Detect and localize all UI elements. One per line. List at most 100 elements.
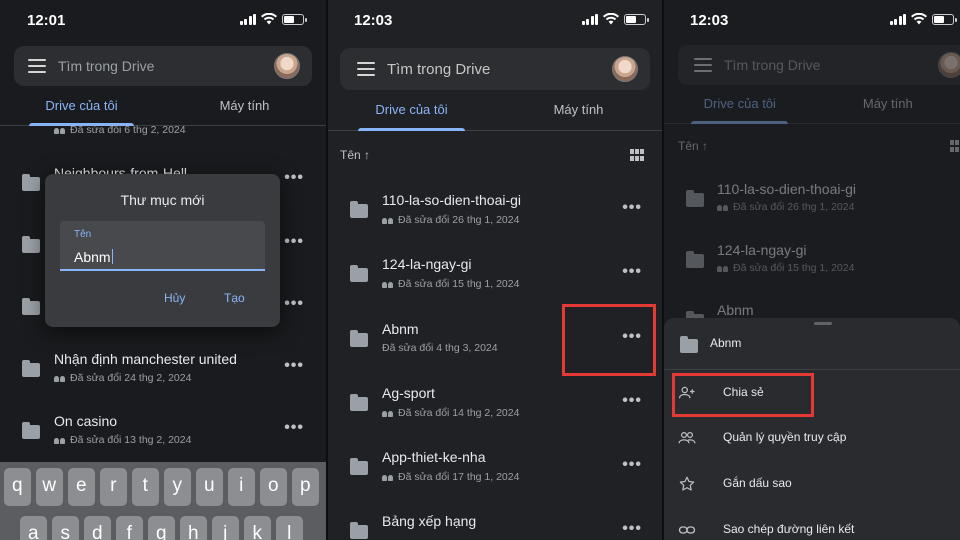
highlight-box [672,373,814,417]
key-g[interactable]: g [148,516,175,540]
signal-icon [581,13,598,25]
file-modified: Đã sửa đổi 13 thg 2, 2024 [54,434,191,446]
tab-computers[interactable]: Máy tính [495,102,662,130]
shared-icon [382,410,393,417]
search-placeholder[interactable]: Tìm trong Drive [724,57,938,73]
signal-icon [889,13,906,25]
key-t[interactable]: t [132,468,159,506]
file-modified: Đã sửa đổi 4 thg 3, 2024 [382,342,498,354]
grid-view-icon[interactable] [950,140,960,152]
dialog-title: Thư mục mới [120,192,205,208]
menu-icon[interactable] [28,59,46,73]
list-item[interactable]: Ag-sport Đã sửa đổi 14 thg 2, 2024 ••• [328,370,662,434]
menu-item-label: Sao chép đường liên kết [723,522,855,536]
list-item[interactable]: Nhận định manchester united Đã sửa đổi 2… [0,340,326,404]
key-h[interactable]: h [180,516,207,540]
signal-icon [239,13,256,25]
file-name: Nhận định manchester united [54,351,237,367]
tab-computers[interactable]: Máy tính [816,96,960,123]
keyboard-row-2: a s d f g h j k l [20,516,303,540]
input-value[interactable]: Abnm [74,249,113,265]
list-item[interactable]: Bảng xếp hạng ••• [328,498,662,540]
more-options-icon[interactable]: ••• [284,233,304,251]
file-name: 110-la-so-dien-thoai-gi [717,181,857,197]
more-options-icon[interactable]: ••• [622,263,642,281]
key-j[interactable]: j [212,516,239,540]
menu-icon[interactable] [357,62,375,76]
file-name: App-thiet-ke-nha [382,449,486,465]
menu-item-label: Quản lý quyền truy cập [723,430,847,444]
avatar[interactable] [612,56,638,82]
shared-icon [54,437,65,444]
more-options-icon[interactable]: ••• [622,392,642,410]
menu-item-star[interactable]: Gắn dấu sao [664,464,960,504]
sort-by-name[interactable]: Tên ↑ [678,139,708,153]
key-e[interactable]: e [68,468,95,506]
key-w[interactable]: w [36,468,63,506]
list-item[interactable]: 124-la-ngay-gi Đã sửa đổi 15 thg 1, 2024 [664,228,960,292]
menu-item-copy-link[interactable]: Sao chép đường liên kết [664,510,960,540]
sort-by-name[interactable]: Tên ↑ [340,148,370,162]
more-options-icon[interactable]: ••• [284,295,304,313]
list-item[interactable]: 124-la-ngay-gi Đã sửa đổi 15 thg 1, 2024… [328,241,662,305]
battery-icon [932,13,957,25]
folder-icon [350,458,368,475]
search-bar[interactable]: Tìm trong Drive [340,48,650,90]
keyboard: q w e r t y u i o p a s d f g h j k l [0,462,326,540]
key-r[interactable]: r [100,468,127,506]
status-time: 12:03 [690,12,729,29]
new-folder-dialog: Thư mục mới Tên Abnm Hủy Tạo [45,174,280,327]
key-l[interactable]: l [276,516,303,540]
screen-new-folder: 12:01 Tìm trong Drive Drive của tôi Máy … [0,0,326,540]
create-button[interactable]: Tạo [224,291,245,305]
key-s[interactable]: s [52,516,79,540]
more-options-icon[interactable]: ••• [284,169,304,187]
battery-icon [624,13,649,25]
tab-my-drive[interactable]: Drive của tôi [664,96,816,124]
folder-icon [686,251,704,268]
key-k[interactable]: k [244,516,271,540]
highlight-box [562,304,656,376]
more-options-icon[interactable]: ••• [622,520,642,538]
more-options-icon[interactable]: ••• [284,419,304,437]
key-o[interactable]: o [260,468,287,506]
key-a[interactable]: a [20,516,47,540]
list-item[interactable]: 110-la-so-dien-thoai-gi Đã sửa đổi 26 th… [328,177,662,241]
key-f[interactable]: f [116,516,143,540]
keyboard-row-1: q w e r t y u i o p [4,468,319,506]
list-item[interactable]: 110-la-so-dien-thoai-gi Đã sửa đổi 26 th… [664,167,960,231]
people-icon [678,432,696,444]
file-name: 124-la-ngay-gi [717,242,807,258]
menu-icon[interactable] [694,58,712,72]
search-bar[interactable]: Tìm trong Drive [678,45,960,85]
more-options-icon[interactable]: ••• [622,199,642,217]
key-y[interactable]: y [164,468,191,506]
cancel-button[interactable]: Hủy [164,291,185,305]
shared-icon [717,265,728,272]
avatar[interactable] [938,52,960,78]
more-options-icon[interactable]: ••• [284,357,304,375]
sheet-header: Abnm [664,318,960,370]
folder-icon [686,190,704,207]
search-placeholder[interactable]: Tìm trong Drive [387,61,612,78]
grid-view-icon[interactable] [630,149,644,161]
key-u[interactable]: u [196,468,223,506]
search-placeholder[interactable]: Tìm trong Drive [58,58,274,74]
key-i[interactable]: i [228,468,255,506]
list-item[interactable]: App-thiet-ke-nha Đã sửa đổi 17 thg 1, 20… [328,434,662,498]
key-p[interactable]: p [292,468,319,506]
list-item[interactable]: On casino Đã sửa đổi 13 thg 2, 2024 ••• [0,402,326,466]
key-d[interactable]: d [84,516,111,540]
more-options-icon[interactable]: ••• [622,456,642,474]
avatar[interactable] [274,53,300,79]
menu-item-manage-access[interactable]: Quản lý quyền truy cập [664,418,960,458]
battery-icon [282,13,307,25]
search-bar[interactable]: Tìm trong Drive [14,46,312,86]
status-bar: 12:03 [328,0,662,40]
tab-my-drive[interactable]: Drive của tôi [328,102,495,131]
folder-name-input[interactable]: Tên Abnm [60,221,265,271]
key-q[interactable]: q [4,468,31,506]
shared-icon [382,281,393,288]
file-modified: Đã sửa đổi 15 thg 1, 2024 [717,262,854,274]
status-bar: 12:03 [664,0,960,40]
